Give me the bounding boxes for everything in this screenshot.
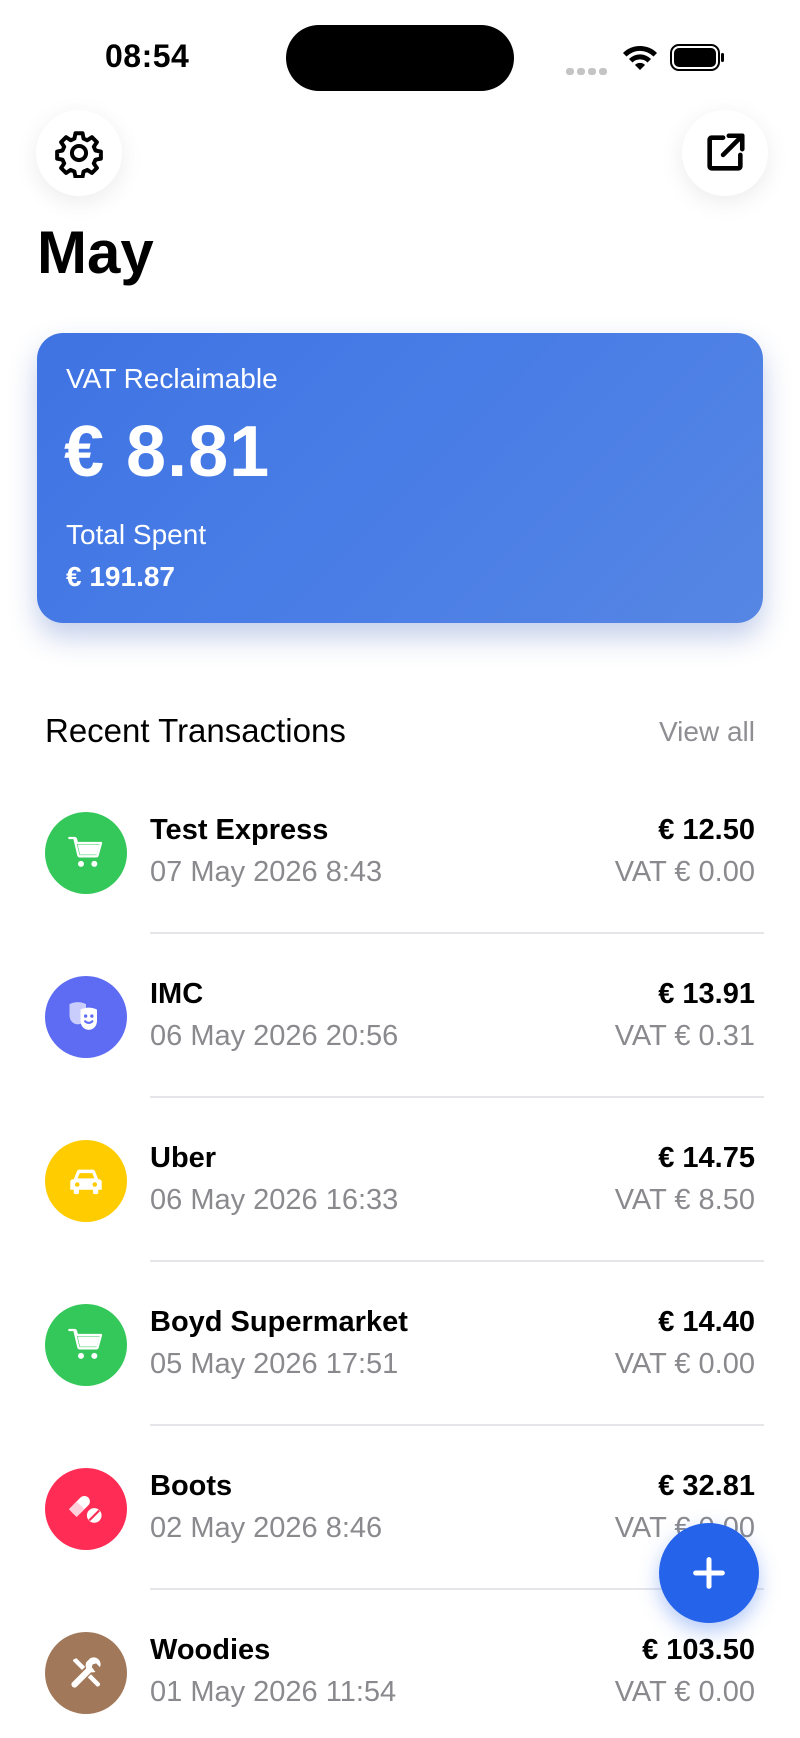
status-time: 08:54 bbox=[105, 38, 190, 74]
merchant-name: Uber bbox=[150, 1142, 217, 1174]
transaction-row[interactable]: Boyd Supermarket 05 May 2026 17:51 € 14.… bbox=[0, 1304, 800, 1468]
row-divider bbox=[150, 1260, 764, 1262]
row-divider bbox=[150, 1424, 764, 1426]
add-transaction-button[interactable] bbox=[659, 1523, 759, 1623]
transaction-date: 06 May 2026 20:56 bbox=[150, 1020, 399, 1052]
transaction-vat: VAT € 0.00 bbox=[614, 1348, 755, 1380]
merchant-name: Woodies bbox=[150, 1634, 271, 1666]
transaction-date: 07 May 2026 8:43 bbox=[150, 856, 383, 888]
row-divider bbox=[150, 932, 764, 934]
transaction-date: 05 May 2026 17:51 bbox=[150, 1348, 399, 1380]
wifi-icon bbox=[623, 45, 657, 70]
pills-icon bbox=[45, 1468, 127, 1550]
recent-transactions-title: Recent Transactions bbox=[45, 712, 346, 749]
merchant-name: Boyd Supermarket bbox=[150, 1306, 408, 1338]
transaction-vat: VAT € 0.00 bbox=[614, 856, 755, 888]
summary-card[interactable]: VAT Reclaimable € 8.81 Total Spent € 191… bbox=[37, 333, 763, 623]
total-spent-value: € 191.87 bbox=[66, 561, 175, 592]
transaction-row[interactable]: Uber 06 May 2026 16:33 € 14.75 VAT € 8.5… bbox=[0, 1140, 800, 1304]
transaction-vat: VAT € 0.31 bbox=[614, 1020, 755, 1052]
external-link-icon bbox=[707, 133, 745, 171]
tools-icon bbox=[45, 1632, 127, 1714]
settings-button[interactable] bbox=[36, 110, 122, 196]
export-button[interactable] bbox=[682, 110, 768, 196]
cart-icon bbox=[45, 812, 127, 894]
vat-reclaimable-label: VAT Reclaimable bbox=[66, 363, 278, 394]
merchant-name: Test Express bbox=[150, 814, 329, 846]
transaction-amount: € 13.91 bbox=[658, 978, 755, 1010]
theater-masks-icon bbox=[45, 976, 127, 1058]
transaction-vat: VAT € 0.00 bbox=[614, 1676, 755, 1708]
cart-icon bbox=[45, 1304, 127, 1386]
row-divider bbox=[150, 1096, 764, 1098]
transaction-amount: € 14.40 bbox=[658, 1306, 755, 1338]
transaction-vat: VAT € 8.50 bbox=[614, 1184, 755, 1216]
transaction-date: 02 May 2026 8:46 bbox=[150, 1512, 383, 1544]
transaction-row[interactable]: Woodies 01 May 2026 11:54 € 103.50 VAT €… bbox=[0, 1632, 800, 1738]
transaction-amount: € 32.81 bbox=[658, 1470, 755, 1502]
plus-icon bbox=[693, 1557, 725, 1589]
cellular-signal-icon bbox=[566, 62, 610, 75]
transaction-amount: € 12.50 bbox=[658, 814, 755, 846]
transaction-amount: € 103.50 bbox=[642, 1634, 755, 1666]
transaction-amount: € 14.75 bbox=[658, 1142, 755, 1174]
merchant-name: IMC bbox=[150, 978, 204, 1010]
transaction-row[interactable]: IMC 06 May 2026 20:56 € 13.91 VAT € 0.31 bbox=[0, 976, 800, 1140]
transaction-date: 06 May 2026 16:33 bbox=[150, 1184, 399, 1216]
gear-icon bbox=[55, 131, 103, 178]
vat-reclaimable-value: € 8.81 bbox=[64, 412, 271, 492]
view-all-link[interactable]: View all bbox=[640, 716, 755, 748]
merchant-name: Boots bbox=[150, 1470, 233, 1502]
page-title: May bbox=[37, 219, 154, 286]
dynamic-island bbox=[286, 25, 514, 91]
car-icon bbox=[45, 1140, 127, 1222]
total-spent-label: Total Spent bbox=[66, 519, 207, 550]
transaction-row[interactable]: Test Express 07 May 2026 8:43 € 12.50 VA… bbox=[0, 812, 800, 976]
battery-icon bbox=[670, 44, 724, 71]
transaction-date: 01 May 2026 11:54 bbox=[150, 1676, 397, 1708]
